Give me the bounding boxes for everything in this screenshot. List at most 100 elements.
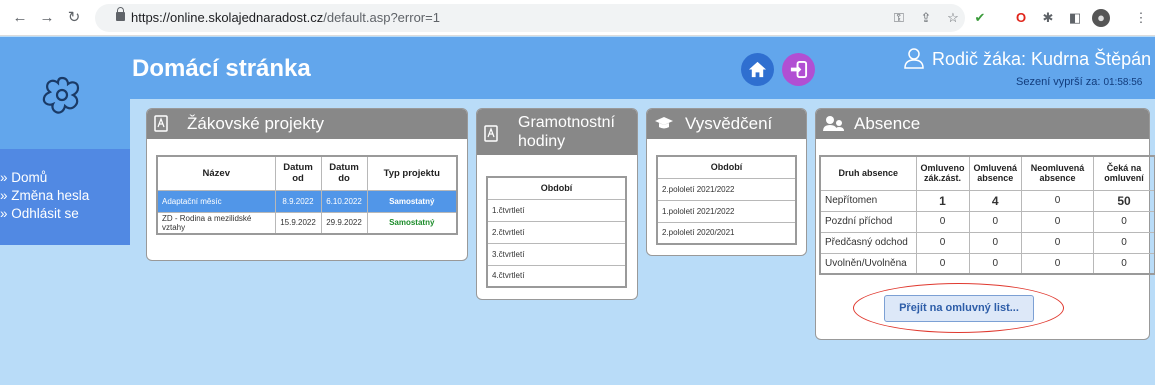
absence-value: 4	[968, 189, 1023, 212]
lock-icon[interactable]	[116, 7, 125, 21]
column-header[interactable]: Období	[486, 176, 627, 200]
user-name-label: Rodič žáka: Kudrna Štěpán	[932, 49, 1152, 69]
table-row[interactable]: Adaptační měsíc 8.9.2022 6.10.2022 Samos…	[156, 189, 458, 213]
star-icon[interactable]: ☆	[944, 9, 962, 27]
sidebar-menu: » Domů » Změna hesla » Odhlásit se	[0, 149, 130, 245]
table-row[interactable]: Nepřítomen 1 4 0 50	[819, 189, 1155, 212]
column-header[interactable]: Datum do	[320, 155, 368, 191]
table-row[interactable]: 2.pololetí 2021/2022	[656, 177, 797, 201]
menu-dots-icon[interactable]: ⋮	[1132, 9, 1150, 27]
column-header[interactable]: Datum od	[274, 155, 322, 191]
absence-panel-header: Absence	[816, 109, 1149, 139]
project-date-to: 6.10.2022	[320, 189, 368, 213]
period-cell: 4.čtvrtletí	[486, 264, 627, 288]
forward-icon[interactable]: →	[37, 8, 57, 28]
absence-table: Druh absence Omluveno zák.zást. Omluvená…	[819, 155, 1155, 275]
opera-extension-icon[interactable]: O	[1012, 9, 1030, 27]
table-row[interactable]: ZD - Rodina a mezilidské vztahy 15.9.202…	[156, 211, 458, 235]
user-icon	[904, 48, 924, 69]
absence-value: 0	[1021, 189, 1095, 212]
report-card-panel: Vysvědčení Období 2.pololetí 2021/2022 1…	[646, 108, 807, 256]
period-cell: 2.čtvrtletí	[486, 220, 627, 244]
absence-value: 0	[1021, 231, 1095, 254]
sidepanel-icon[interactable]: ◧	[1066, 9, 1084, 27]
period-cell: 3.čtvrtletí	[486, 242, 627, 266]
key-icon[interactable]: ⚿	[890, 9, 908, 27]
puzzle-icon[interactable]: ✱	[1039, 9, 1057, 27]
logout-button[interactable]	[782, 53, 815, 86]
absence-kind: Předčasný odchod	[819, 231, 917, 254]
table-row[interactable]: 3.čtvrtletí	[486, 242, 627, 266]
table-row[interactable]: 1.čtvrtletí	[486, 198, 627, 222]
absence-value: 0	[1093, 210, 1155, 233]
column-header[interactable]: Čeká na omluvení	[1093, 155, 1155, 191]
project-name: Adaptační měsíc	[156, 189, 276, 213]
reload-icon[interactable]: ↻	[64, 8, 84, 28]
table-row[interactable]: Pozdní příchod 0 0 0 0	[819, 210, 1155, 233]
extension-check-icon[interactable]: ✔	[971, 9, 989, 27]
literacy-hours-title: Gramotnostní hodiny	[518, 114, 615, 150]
absence-value: 0	[968, 231, 1023, 254]
report-card-header: Vysvědčení	[647, 109, 806, 139]
browser-toolbar: ← → ↻ https://online.skolajednaradost.cz…	[0, 0, 1155, 36]
literacy-hours-header: Gramotnostní hodiny	[477, 109, 637, 155]
share-icon[interactable]: ⇪	[917, 9, 935, 27]
absence-value: 0	[968, 252, 1023, 275]
table-row[interactable]: Předčasný odchod 0 0 0 0	[819, 231, 1155, 254]
column-header[interactable]: Období	[656, 155, 797, 179]
absence-kind: Nepřítomen	[819, 189, 917, 212]
sidebar-item-change-password[interactable]: » Změna hesla	[0, 187, 130, 205]
absence-value: 0	[1093, 252, 1155, 275]
column-header[interactable]: Typ projektu	[366, 155, 458, 191]
literacy-hours-panel: Gramotnostní hodiny Období 1.čtvrtletí 2…	[476, 108, 638, 300]
users-icon	[823, 116, 844, 131]
table-row[interactable]: 2.čtvrtletí	[486, 220, 627, 244]
profile-avatar[interactable]: ●	[1092, 9, 1110, 27]
absence-value: 1	[915, 189, 970, 212]
project-date-from: 15.9.2022	[274, 211, 322, 235]
absence-value: 0	[1021, 210, 1095, 233]
absence-value: 0	[1093, 231, 1155, 254]
pdf-file-icon	[154, 115, 168, 132]
period-cell: 2.pololetí 2021/2022	[656, 177, 797, 201]
back-icon[interactable]: ←	[10, 8, 30, 28]
period-cell: 2.pololetí 2020/2021	[656, 221, 797, 245]
highlight-ellipse	[853, 283, 1064, 333]
absence-kind: Pozdní příchod	[819, 210, 917, 233]
school-flower-logo-icon[interactable]	[36, 72, 88, 120]
page-title: Domácí stránka	[132, 55, 311, 82]
session-label: Sezení vyprší za:	[1016, 76, 1101, 88]
absence-value: 0	[1021, 252, 1095, 275]
column-header[interactable]: Omluvená absence	[968, 155, 1023, 191]
sign-out-icon	[790, 60, 808, 79]
home-button[interactable]	[741, 53, 774, 86]
projects-title: Žákovské projekty	[187, 114, 324, 133]
pdf-file-icon	[484, 125, 498, 142]
table-row[interactable]: 4.čtvrtletí	[486, 264, 627, 288]
sidebar-item-home[interactable]: » Domů	[0, 169, 130, 187]
table-row[interactable]: 1.pololetí 2021/2022	[656, 199, 797, 223]
absence-value: 0	[915, 231, 970, 254]
url-text[interactable]: https://online.skolajednaradost.cz/defau…	[131, 10, 440, 25]
absence-value: 50	[1093, 189, 1155, 212]
absence-value: 0	[968, 210, 1023, 233]
session-timer: Sezení vyprší za: 01:58:56	[1016, 76, 1142, 88]
report-card-table: Období 2.pololetí 2021/2022 1.pololetí 2…	[656, 155, 797, 245]
table-row[interactable]: Uvolněn/Uvolněna 0 0 0 0	[819, 252, 1155, 275]
projects-panel-header: Žákovské projekty	[147, 109, 467, 139]
column-header[interactable]: Omluveno zák.zást.	[915, 155, 970, 191]
project-type: Samostatný	[366, 211, 458, 235]
report-card-title: Vysvědčení	[685, 114, 773, 133]
column-header[interactable]: Neomluvená absence	[1021, 155, 1095, 191]
absence-title: Absence	[854, 114, 921, 133]
period-cell: 1.pololetí 2021/2022	[656, 199, 797, 223]
column-header[interactable]: Druh absence	[819, 155, 917, 191]
project-date-from: 8.9.2022	[274, 189, 322, 213]
absence-kind: Uvolněn/Uvolněna	[819, 252, 917, 275]
home-icon	[748, 61, 767, 78]
project-date-to: 29.9.2022	[320, 211, 368, 235]
sidebar-item-logout[interactable]: » Odhlásit se	[0, 205, 130, 223]
project-name: ZD - Rodina a mezilidské vztahy	[156, 211, 276, 235]
column-header[interactable]: Název	[156, 155, 276, 191]
table-row[interactable]: 2.pololetí 2020/2021	[656, 221, 797, 245]
